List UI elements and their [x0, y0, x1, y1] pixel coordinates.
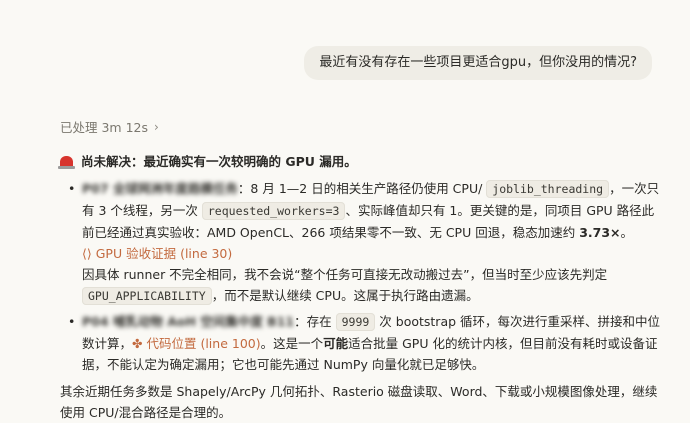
text: 。这是一个 — [260, 336, 324, 351]
heading-text: 尚未解决：最近确实有一次较明确的 GPU 漏用。 — [81, 154, 357, 169]
code-snippet-icon: ✤ — [132, 336, 143, 351]
citation-label: GPU 验收证据 (line 30) — [95, 246, 233, 261]
inline-code: 9999 — [335, 313, 376, 331]
speedup-value: 3.73× — [579, 225, 621, 240]
text: ：存在 — [294, 314, 336, 329]
emphasis: 可能 — [323, 336, 349, 351]
assistant-response: 尚未解决：最近确实有一次较明确的 GPU 漏用。 P07 全球网洲年度趋模任务：… — [58, 151, 660, 423]
citation-label: 代码位置 (line 100) — [146, 336, 261, 351]
blurred-task-name: P04 哺乳动物 AoH 空间集中度 B11 — [82, 314, 295, 329]
citation-link[interactable]: ✤ 代码位置 (line 100) — [132, 336, 261, 351]
inline-code: GPU_APPLICABILITY — [82, 287, 212, 305]
heading: 尚未解决：最近确实有一次较明确的 GPU 漏用。 — [58, 151, 660, 172]
siren-icon — [58, 156, 75, 169]
inline-code: joblib_threading — [486, 180, 610, 198]
code-braces-icon: ⟨⟩ — [82, 246, 92, 261]
chevron-right-icon: › — [154, 119, 159, 134]
list-item: P07 全球网洲年度趋模任务：8 月 1—2 日的相关生产路径仍使用 CPU/ … — [68, 178, 660, 307]
conclusion-paragraph: 其余近期任务多数是 Shapely/ArcPy 几何拓扑、Rasterio 磁盘… — [60, 384, 658, 420]
blurred-task-name: P07 全球网洲年度趋模任务 — [82, 181, 238, 196]
processed-toggle[interactable]: 已处理 3m 12s › — [60, 117, 159, 136]
processed-label: 已处理 3m 12s — [60, 120, 148, 135]
text: ，而不是默认继续 CPU。这属于执行路由遗漏。 — [211, 288, 479, 303]
text: ：8 月 1—2 日的相关生产路径仍使用 CPU/ — [237, 181, 487, 196]
text: 因具体 runner 不完全相同，我不会说“整个任务可直接无改动搬过去”，但当时… — [82, 267, 608, 282]
user-message-bubble: 最近有没有存在一些项目更适合gpu，但你没用的情况? — [304, 46, 652, 80]
inline-code: requested_workers=3 — [201, 202, 346, 220]
user-message-text: 最近有没有存在一些项目更适合gpu，但你没用的情况? — [319, 55, 637, 70]
text: 。 — [620, 225, 634, 240]
list-item: P04 哺乳动物 AoH 空间集中度 B11：存在 9999 次 bootstr… — [68, 311, 660, 375]
citation-link[interactable]: ⟨⟩ GPU 验收证据 (line 30) — [82, 246, 232, 261]
findings-list: P07 全球网洲年度趋模任务：8 月 1—2 日的相关生产路径仍使用 CPU/ … — [60, 178, 660, 375]
